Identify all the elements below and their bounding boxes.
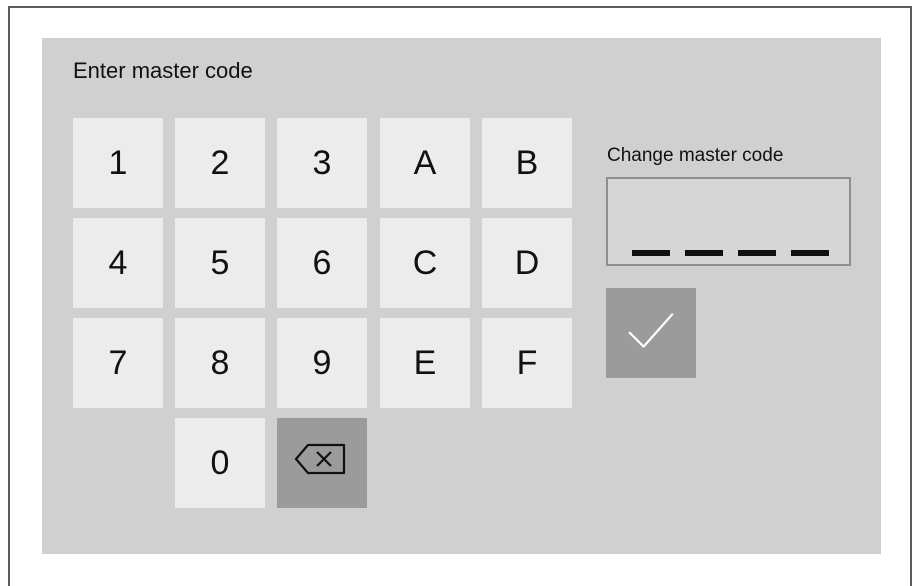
key-a[interactable]: A <box>380 118 470 208</box>
master-code-panel: Enter master code 1 2 3 A B 4 5 6 C D 7 … <box>42 38 881 554</box>
key-0[interactable]: 0 <box>175 418 265 508</box>
code-digit-placeholder <box>632 250 670 256</box>
key-b[interactable]: B <box>482 118 572 208</box>
new-code-field[interactable] <box>606 177 851 266</box>
key-d[interactable]: D <box>482 218 572 308</box>
key-c[interactable]: C <box>380 218 470 308</box>
code-digit-placeholder <box>791 250 829 256</box>
key-3[interactable]: 3 <box>277 118 367 208</box>
key-2[interactable]: 2 <box>175 118 265 208</box>
key-9[interactable]: 9 <box>277 318 367 408</box>
key-7[interactable]: 7 <box>73 318 163 408</box>
key-6[interactable]: 6 <box>277 218 367 308</box>
change-code-label: Change master code <box>607 145 784 166</box>
key-e[interactable]: E <box>380 318 470 408</box>
key-1[interactable]: 1 <box>73 118 163 208</box>
page-title: Enter master code <box>73 58 253 83</box>
code-digit-placeholder <box>738 250 776 256</box>
key-8[interactable]: 8 <box>175 318 265 408</box>
confirm-button[interactable] <box>606 288 696 378</box>
backspace-button[interactable] <box>277 418 367 508</box>
code-digit-placeholder <box>685 250 723 256</box>
checkmark-icon <box>623 308 679 359</box>
backspace-icon <box>292 439 352 488</box>
key-5[interactable]: 5 <box>175 218 265 308</box>
key-f[interactable]: F <box>482 318 572 408</box>
key-4[interactable]: 4 <box>73 218 163 308</box>
